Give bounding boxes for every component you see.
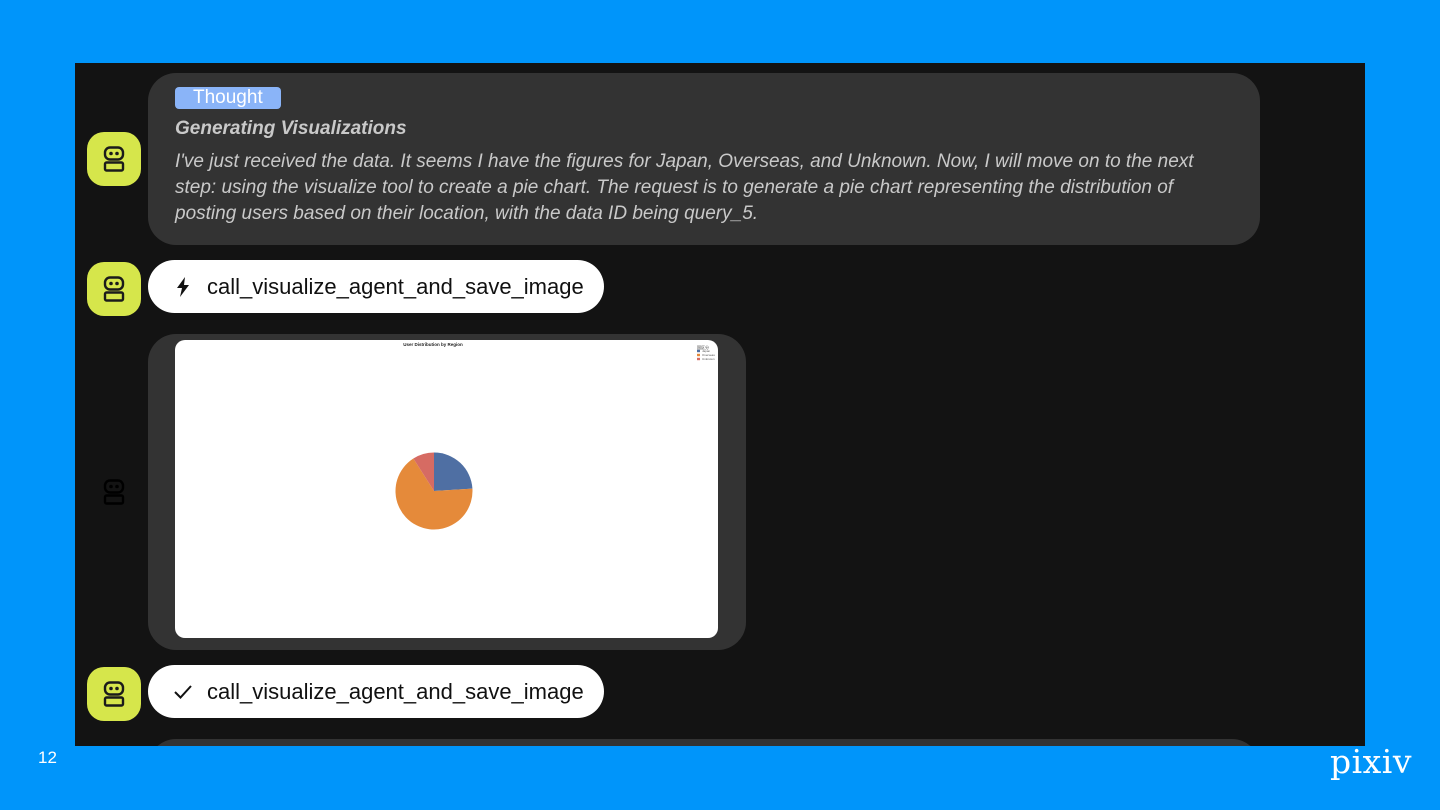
thought-title: Generating Visualizations xyxy=(175,118,407,139)
tool-call-pill[interactable]: call_visualize_agent_and_save_image xyxy=(148,260,604,313)
tool-result-pill[interactable]: call_visualize_agent_and_save_image xyxy=(148,665,604,718)
pixiv-logo: pixiv xyxy=(1330,742,1412,781)
agent-avatar xyxy=(87,667,141,721)
tool-call-label: call_visualize_agent_and_save_image xyxy=(207,273,584,299)
chart-legend: JapanOverseasUnknown xyxy=(697,349,715,361)
pie-chart-image[interactable]: User Distribution by Region 国区分 Japan Ove… xyxy=(175,340,718,638)
lightning-icon xyxy=(172,276,194,298)
generated-image-card: User Distribution by Region 国区分 Japan Ove… xyxy=(148,334,746,650)
agent-avatar xyxy=(87,132,141,186)
robot-icon xyxy=(103,276,125,302)
thought-body: I've just received the data. It seems I … xyxy=(175,151,1194,224)
chart-title: User Distribution by Region xyxy=(403,342,463,347)
legend-label: Unknown xyxy=(702,357,715,361)
robot-icon xyxy=(103,681,125,707)
agent-avatar xyxy=(87,262,141,316)
thought-card: Thought Generating Visualizations I've j… xyxy=(148,73,1260,245)
slide-number: 12 xyxy=(38,748,57,767)
robot-icon xyxy=(103,146,125,172)
tool-result-label: call_visualize_agent_and_save_image xyxy=(207,678,584,704)
next-message-card xyxy=(148,739,1260,746)
legend-swatch xyxy=(697,349,700,353)
pie-slice-japan xyxy=(434,452,473,491)
check-icon xyxy=(172,681,194,703)
agent-avatar xyxy=(87,465,141,519)
robot-icon xyxy=(103,479,125,505)
legend-swatch xyxy=(697,353,700,357)
thought-badge: Thought xyxy=(175,87,281,109)
legend-swatch xyxy=(697,357,700,361)
chat-screen: Thought Generating Visualizations I've j… xyxy=(75,63,1365,746)
pie-slices xyxy=(395,452,473,530)
